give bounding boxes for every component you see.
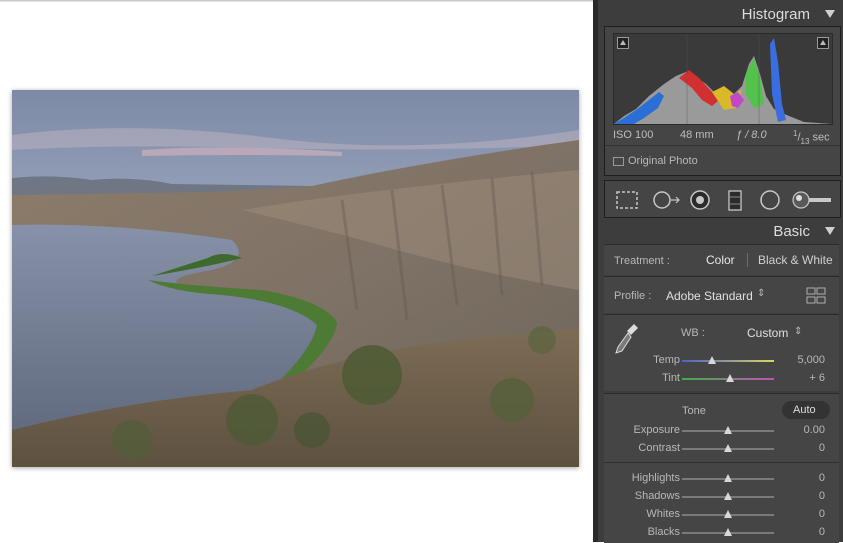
- histogram-panel: ISO 100 48 mm ƒ / 8.0 1/13 sec Original …: [604, 26, 841, 176]
- auto-tone-button[interactable]: Auto: [782, 401, 830, 419]
- graduated-filter-icon[interactable]: [726, 190, 744, 212]
- treatment-label: Treatment :: [614, 255, 670, 267]
- slider-thumb[interactable]: [725, 374, 734, 382]
- slider-thumb[interactable]: [724, 492, 732, 500]
- shadows-value[interactable]: 0: [784, 490, 825, 502]
- crop-tool-icon[interactable]: [615, 190, 639, 210]
- photo-preview[interactable]: [12, 90, 579, 467]
- profile-chevron-icon[interactable]: ⇕: [757, 288, 765, 299]
- wb-chevron-icon[interactable]: ⇕: [794, 326, 802, 337]
- exif-iso: ISO 100: [613, 129, 654, 141]
- tool-strip: [604, 180, 841, 218]
- wb-select[interactable]: Custom: [747, 326, 788, 340]
- slider-thumb[interactable]: [724, 528, 732, 536]
- temp-value[interactable]: 5,000: [784, 354, 825, 366]
- contrast-value[interactable]: 0: [784, 442, 825, 454]
- slider-thumb[interactable]: [724, 426, 732, 434]
- exif-focal-length: 48 mm: [680, 129, 714, 141]
- basic-title: Basic: [773, 223, 810, 240]
- spot-removal-icon[interactable]: [652, 190, 682, 210]
- top-edge: [0, 0, 596, 2]
- whites-value[interactable]: 0: [784, 508, 825, 520]
- collapse-triangle-icon[interactable]: [825, 227, 835, 235]
- profile-browser-grid-icon[interactable]: [806, 287, 826, 305]
- shutter-numerator: 1: [793, 129, 798, 138]
- wb-label: WB :: [681, 327, 705, 339]
- highlights-value[interactable]: 0: [784, 472, 825, 484]
- slider-thumb[interactable]: [708, 356, 717, 364]
- shutter-unit: sec: [812, 131, 830, 144]
- contrast-slider[interactable]: [682, 444, 774, 452]
- radial-filter-icon[interactable]: [758, 190, 782, 210]
- treatment-row: Treatment : Color Black & White: [604, 244, 839, 275]
- whites-slider[interactable]: [682, 510, 774, 518]
- original-photo-label: Original Photo: [628, 155, 698, 167]
- blacks-slider[interactable]: [682, 528, 774, 536]
- exposure-value[interactable]: 0.00: [784, 424, 825, 436]
- profile-label: Profile :: [614, 290, 652, 302]
- tone-label: Tone: [682, 405, 706, 417]
- tone-divider: [604, 462, 839, 463]
- basic-header[interactable]: Basic: [598, 220, 843, 242]
- original-photo-checkbox[interactable]: [613, 157, 624, 166]
- temp-label: Temp: [653, 354, 680, 366]
- treatment-color-button[interactable]: Color: [706, 253, 735, 267]
- tint-slider[interactable]: [682, 374, 774, 382]
- histogram-divider: [605, 145, 840, 146]
- blacks-label: Blacks: [647, 526, 680, 538]
- exposure-label: Exposure: [633, 424, 680, 436]
- slider-thumb[interactable]: [724, 474, 732, 482]
- develop-right-panel: Histogram ISO 100 48 mm ƒ / 8.0 1/13 sec: [598, 0, 843, 543]
- temp-slider[interactable]: [682, 356, 774, 364]
- landscape-photo: [12, 90, 579, 467]
- highlights-label: Highlights: [631, 472, 680, 484]
- blacks-value[interactable]: 0: [784, 526, 825, 538]
- exposure-slider[interactable]: [682, 426, 774, 434]
- histogram-header[interactable]: Histogram: [598, 3, 843, 25]
- shadow-clipping-icon[interactable]: [617, 37, 629, 49]
- slider-thumb[interactable]: [724, 444, 732, 452]
- tint-value[interactable]: + 6: [784, 372, 825, 384]
- treatment-bw-button[interactable]: Black & White: [758, 253, 833, 267]
- exif-shutter: 1/13 sec: [793, 129, 830, 146]
- whites-label: Whites: [646, 508, 680, 520]
- auto-tone-label: Auto: [793, 404, 816, 416]
- histogram-graph: [613, 33, 833, 125]
- red-eye-icon[interactable]: [688, 190, 712, 210]
- highlights-slider[interactable]: [682, 474, 774, 482]
- adjustment-brush-icon[interactable]: [791, 190, 833, 210]
- white-balance-eyedropper-icon[interactable]: [614, 321, 640, 355]
- highlight-clipping-icon[interactable]: [817, 37, 829, 49]
- shadows-label: Shadows: [634, 490, 680, 502]
- profile-select[interactable]: Adobe Standard: [666, 289, 753, 303]
- treatment-separator: [747, 253, 748, 267]
- histogram-curves: [614, 34, 832, 124]
- profile-row: Profile : Adobe Standard ⇕: [604, 276, 839, 313]
- white-balance-section: WB : Custom ⇕ Temp 5,000 Tint + 6: [604, 314, 839, 391]
- contrast-label: Contrast: [638, 442, 680, 454]
- tone-section: Tone Auto Exposure 0.00 Contrast 0 Highl…: [604, 393, 839, 543]
- collapse-triangle-icon[interactable]: [825, 10, 835, 18]
- slider-thumb[interactable]: [724, 510, 732, 518]
- shadows-slider[interactable]: [682, 492, 774, 500]
- histogram-title: Histogram: [741, 6, 810, 23]
- exif-aperture: ƒ / 8.0: [736, 129, 767, 141]
- tint-label: Tint: [662, 372, 680, 384]
